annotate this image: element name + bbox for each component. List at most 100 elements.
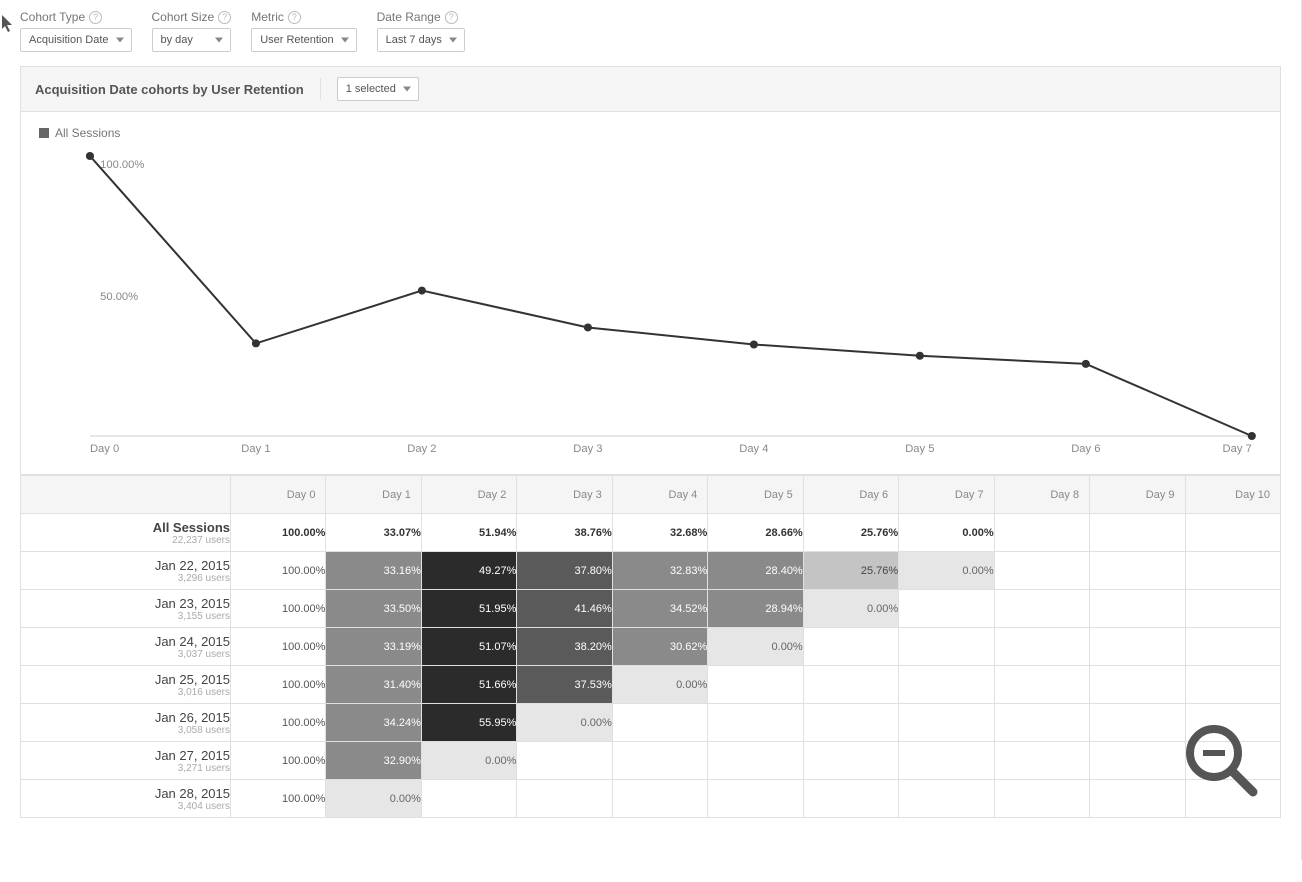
data-cell: 51.95% xyxy=(421,590,516,628)
data-cell xyxy=(803,742,898,780)
data-cell: 28.40% xyxy=(708,552,803,590)
data-cell xyxy=(612,780,707,818)
svg-text:Day 0: Day 0 xyxy=(90,443,119,455)
cohort-size-label-text: Cohort Size xyxy=(152,10,215,24)
data-cell xyxy=(803,780,898,818)
data-cell: 49.27% xyxy=(421,552,516,590)
data-cell: 51.66% xyxy=(421,666,516,704)
zoom-out-button[interactable] xyxy=(1181,720,1261,800)
table-row: Jan 24, 20153,037 users100.00%33.19%51.0… xyxy=(21,628,1281,666)
table-row: Jan 28, 20153,404 users100.00%0.00% xyxy=(21,780,1281,818)
data-cell xyxy=(517,742,612,780)
data-cell: 0.00% xyxy=(326,780,421,818)
data-cell: 51.07% xyxy=(421,628,516,666)
summary-label: All Sessions22,237 users xyxy=(21,514,231,552)
data-cell xyxy=(708,742,803,780)
cohort-size-label: Cohort Size ? xyxy=(152,10,232,24)
data-cell xyxy=(1185,628,1280,666)
summary-cell: 28.66% xyxy=(708,514,803,552)
column-header: Day 7 xyxy=(899,476,994,514)
svg-text:Day 5: Day 5 xyxy=(905,443,934,455)
data-cell: 0.00% xyxy=(708,628,803,666)
data-cell: 0.00% xyxy=(517,704,612,742)
data-cell xyxy=(1090,590,1185,628)
metric-label: Metric ? xyxy=(251,10,356,24)
series-selector-dropdown[interactable]: 1 selected xyxy=(337,77,419,101)
metric-label-text: Metric xyxy=(251,10,284,24)
row-label: Jan 28, 20153,404 users xyxy=(21,780,231,818)
data-cell: 100.00% xyxy=(231,666,326,704)
table-corner xyxy=(21,476,231,514)
data-cell xyxy=(899,780,994,818)
data-cell: 28.94% xyxy=(708,590,803,628)
data-cell xyxy=(1090,780,1185,818)
data-cell xyxy=(899,742,994,780)
data-cell xyxy=(612,704,707,742)
table-body: All Sessions22,237 users100.00%33.07%51.… xyxy=(21,514,1281,818)
cohort-table: Day 0Day 1Day 2Day 3Day 4Day 5Day 6Day 7… xyxy=(20,475,1281,818)
date-range-block: Date Range ? Last 7 days xyxy=(377,10,465,52)
divider xyxy=(320,78,321,100)
summary-cell xyxy=(1185,514,1280,552)
svg-text:50.00%: 50.00% xyxy=(100,291,138,303)
chart-panel: Acquisition Date cohorts by User Retenti… xyxy=(20,66,1281,475)
table-row: Jan 25, 20153,016 users100.00%31.40%51.6… xyxy=(21,666,1281,704)
data-cell xyxy=(994,552,1089,590)
summary-row: All Sessions22,237 users100.00%33.07%51.… xyxy=(21,514,1281,552)
data-cell: 25.76% xyxy=(803,552,898,590)
row-label: Jan 27, 20153,271 users xyxy=(21,742,231,780)
help-icon[interactable]: ? xyxy=(218,11,231,24)
table-row: Jan 26, 20153,058 users100.00%34.24%55.9… xyxy=(21,704,1281,742)
data-cell xyxy=(1185,590,1280,628)
data-cell xyxy=(994,628,1089,666)
data-cell xyxy=(708,780,803,818)
data-cell: 33.50% xyxy=(326,590,421,628)
help-icon[interactable]: ? xyxy=(89,11,102,24)
data-cell xyxy=(899,628,994,666)
help-icon[interactable]: ? xyxy=(288,11,301,24)
summary-cell xyxy=(994,514,1089,552)
svg-text:Day 1: Day 1 xyxy=(241,443,270,455)
svg-text:Day 3: Day 3 xyxy=(573,443,602,455)
column-header: Day 10 xyxy=(1185,476,1280,514)
cohort-size-dropdown[interactable]: by day xyxy=(152,28,232,52)
data-cell xyxy=(612,742,707,780)
data-cell xyxy=(803,704,898,742)
metric-dropdown[interactable]: User Retention xyxy=(251,28,356,52)
data-cell xyxy=(1090,704,1185,742)
column-header: Day 5 xyxy=(708,476,803,514)
retention-chart: 100.00%50.00%Day 0Day 1Day 2Day 3Day 4Da… xyxy=(39,146,1262,466)
column-header: Day 2 xyxy=(421,476,516,514)
summary-cell: 38.76% xyxy=(517,514,612,552)
data-cell: 32.83% xyxy=(612,552,707,590)
data-cell xyxy=(994,704,1089,742)
data-cell: 32.90% xyxy=(326,742,421,780)
data-cell: 100.00% xyxy=(231,552,326,590)
data-cell xyxy=(708,666,803,704)
row-label: Jan 25, 20153,016 users xyxy=(21,666,231,704)
date-range-label-text: Date Range xyxy=(377,10,441,24)
data-cell: 0.00% xyxy=(803,590,898,628)
data-cell xyxy=(421,780,516,818)
data-cell: 100.00% xyxy=(231,742,326,780)
help-icon[interactable]: ? xyxy=(445,11,458,24)
column-header: Day 8 xyxy=(994,476,1089,514)
cohort-type-label: Cohort Type ? xyxy=(20,10,132,24)
data-cell: 33.16% xyxy=(326,552,421,590)
table-row: Jan 23, 20153,155 users100.00%33.50%51.9… xyxy=(21,590,1281,628)
legend-swatch-icon xyxy=(39,128,49,138)
data-cell: 0.00% xyxy=(421,742,516,780)
date-range-dropdown[interactable]: Last 7 days xyxy=(377,28,465,52)
zoom-out-icon xyxy=(1181,720,1261,800)
data-cell: 0.00% xyxy=(899,552,994,590)
data-cell: 0.00% xyxy=(612,666,707,704)
data-cell xyxy=(994,666,1089,704)
data-cell xyxy=(994,590,1089,628)
data-cell xyxy=(899,590,994,628)
data-cell: 31.40% xyxy=(326,666,421,704)
cohort-type-label-text: Cohort Type xyxy=(20,10,85,24)
column-header: Day 9 xyxy=(1090,476,1185,514)
data-cell: 41.46% xyxy=(517,590,612,628)
data-cell xyxy=(1185,666,1280,704)
cohort-type-dropdown[interactable]: Acquisition Date xyxy=(20,28,132,52)
